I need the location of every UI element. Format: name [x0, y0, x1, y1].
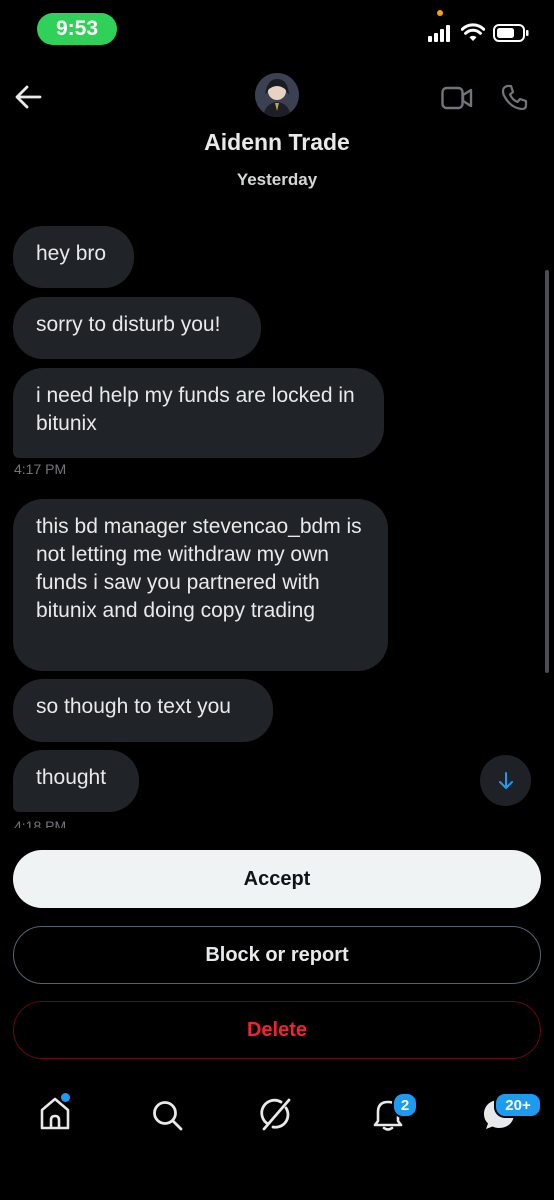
block-or-report-button[interactable]: Block or report	[13, 926, 541, 984]
status-time: 9:53	[37, 13, 117, 45]
privacy-indicator-dot	[437, 10, 443, 16]
conversation-date: Yesterday	[236, 170, 318, 189]
contact-avatar[interactable]	[255, 73, 299, 117]
avatar-image	[255, 73, 299, 117]
search-icon[interactable]	[150, 1096, 184, 1132]
message-bubble[interactable]: so though to text you	[13, 679, 273, 742]
grok-icon[interactable]	[259, 1096, 295, 1132]
message-timestamp: 4:18 PM	[14, 818, 67, 828]
message-timestamp: 4:17 PM	[14, 461, 67, 477]
arrow-down-icon	[498, 771, 513, 789]
messages-badge: 20+	[494, 1092, 542, 1118]
scroll-to-bottom-button[interactable]	[480, 755, 531, 806]
contact-name[interactable]: Aidenn Trade	[0, 129, 554, 156]
accept-button[interactable]: Accept	[13, 850, 541, 908]
message-bubble[interactable]: thought	[13, 750, 139, 812]
phone-call-icon[interactable]	[500, 84, 528, 112]
video-call-icon[interactable]	[441, 85, 473, 111]
back-arrow-icon[interactable]	[14, 84, 42, 110]
delete-button[interactable]: Delete	[13, 1001, 541, 1059]
message-bubble[interactable]: sorry to disturb you!	[13, 297, 261, 359]
home-new-dot	[61, 1093, 70, 1102]
scrollbar[interactable]	[545, 270, 549, 673]
cellular-signal-icon	[428, 25, 450, 42]
wifi-icon	[461, 23, 485, 41]
message-bubble[interactable]: this bd manager stevencao_bdm is not let…	[13, 499, 388, 671]
notifications-badge: 2	[392, 1092, 418, 1118]
message-bubble[interactable]: i need help my funds are locked in bitun…	[13, 368, 384, 458]
message-bubble[interactable]: hey bro	[13, 226, 134, 288]
battery-icon	[493, 24, 529, 42]
